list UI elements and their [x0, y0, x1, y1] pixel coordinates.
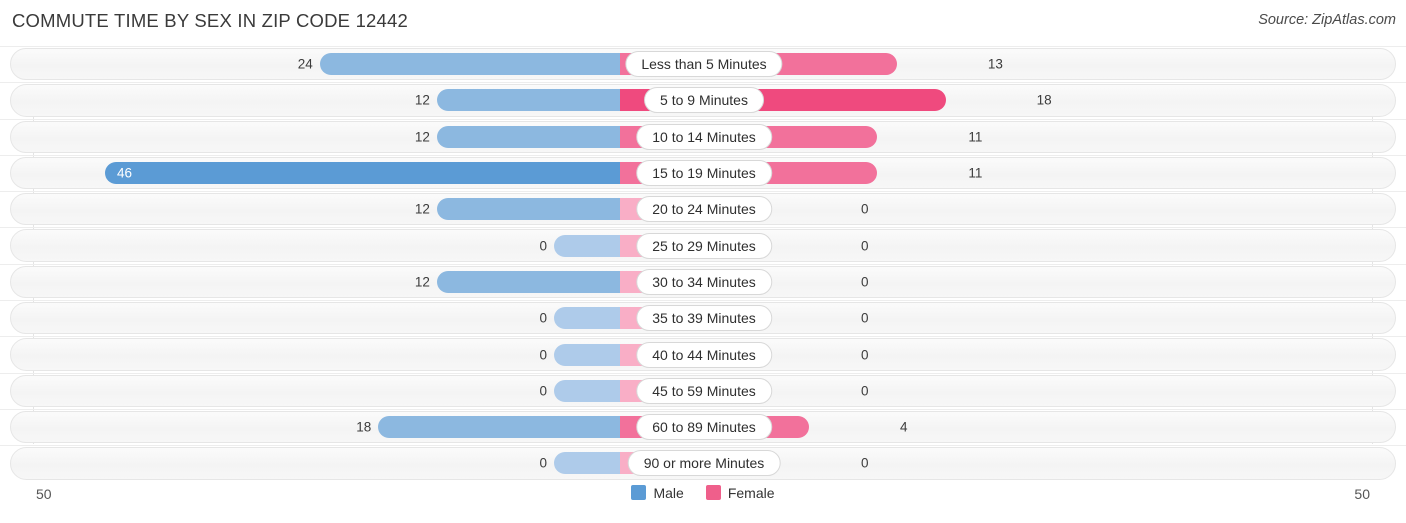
row-separator: [0, 336, 1406, 338]
chart-header: COMMUTE TIME BY SEX IN ZIP CODE 12442 So…: [0, 0, 1406, 46]
row-separator: [0, 82, 1406, 84]
category-label: 5 to 9 Minutes: [644, 87, 764, 114]
bar-value-male: 24: [297, 56, 313, 72]
category-label: 30 to 34 Minutes: [636, 268, 772, 295]
bar-value-male: 0: [539, 346, 547, 362]
bar-value-male: 12: [414, 92, 430, 108]
bar-value-male: 12: [414, 128, 430, 144]
legend-swatch-icon: [705, 485, 721, 501]
table-row: 0 0 90 or more Minutes: [0, 445, 1406, 481]
bar-value-female: 0: [861, 383, 869, 399]
legend-item[interactable]: Female: [705, 484, 775, 501]
bar-value-male: 18: [356, 419, 372, 435]
legend-label: Male: [653, 484, 684, 501]
bar-value-male: 0: [539, 310, 547, 326]
row-separator: [0, 46, 1406, 47]
bar-value-male: 0: [539, 237, 547, 253]
category-label: 25 to 29 Minutes: [636, 232, 772, 259]
row-separator: [0, 227, 1406, 229]
legend-item[interactable]: Male: [631, 484, 684, 501]
table-row: 12 11 10 to 14 Minutes: [0, 118, 1406, 155]
category-label: 15 to 19 Minutes: [636, 160, 772, 187]
bar-male[interactable]: [105, 162, 704, 185]
chart-footer: 50 50 Male Female: [0, 482, 1406, 516]
row-separator: [0, 300, 1406, 302]
table-row: 24 13 Less than 5 Minutes: [0, 46, 1406, 82]
table-row: 0 0 45 to 59 Minutes: [0, 372, 1406, 409]
bar-value-female: 0: [861, 201, 869, 217]
chart-plot-area: 24 13 Less than 5 Minutes 12 18 5 to 9 Minute…: [0, 46, 1406, 482]
row-separator: [0, 154, 1406, 156]
category-label: 60 to 89 Minutes: [636, 414, 772, 441]
legend-swatch-icon: [631, 485, 647, 501]
bar-value-female: 13: [987, 56, 1003, 72]
bar-value-female: 4: [900, 419, 908, 435]
table-row: 0 0 25 to 29 Minutes: [0, 227, 1406, 263]
row-separator: [0, 263, 1406, 265]
page-title: COMMUTE TIME BY SEX IN ZIP CODE 12442: [12, 10, 409, 31]
table-row: 12 0 30 to 34 Minutes: [0, 263, 1406, 300]
category-label: 45 to 59 Minutes: [636, 377, 772, 404]
category-label: 35 to 39 Minutes: [636, 305, 772, 332]
bar-value-female: 0: [861, 346, 869, 362]
table-row: 0 0 35 to 39 Minutes: [0, 300, 1406, 336]
row-separator: [0, 445, 1406, 447]
bar-value-male: 12: [414, 201, 430, 217]
source-attribution: Source: ZipAtlas.com: [1258, 12, 1396, 28]
table-row: 12 18 5 to 9 Minutes: [0, 82, 1406, 118]
category-label: Less than 5 Minutes: [625, 51, 783, 78]
table-row: 0 0 40 to 44 Minutes: [0, 336, 1406, 372]
legend-label: Female: [727, 484, 775, 501]
row-separator: [0, 191, 1406, 193]
category-label: 20 to 24 Minutes: [636, 196, 772, 223]
bar-value-female: 18: [1036, 92, 1052, 108]
bar-value-female: 0: [861, 455, 869, 471]
chart-legend: Male Female: [0, 485, 1406, 501]
category-label: 10 to 14 Minutes: [636, 123, 772, 150]
bar-value-male: 0: [539, 383, 547, 399]
category-label: 40 to 44 Minutes: [636, 341, 772, 368]
row-separator: [0, 118, 1406, 120]
bar-value-female: 0: [861, 237, 869, 253]
bar-value-male: 12: [414, 274, 430, 290]
bar-value-male: 0: [539, 455, 547, 471]
bar-value-female: 11: [968, 128, 983, 144]
category-label: 90 or more Minutes: [627, 450, 781, 477]
bar-value-female: 0: [861, 310, 869, 326]
row-separator: [0, 408, 1406, 410]
bar-value-female: 0: [861, 274, 869, 290]
table-row: 46 11 15 to 19 Minutes: [0, 154, 1406, 191]
table-row: 12 0 20 to 24 Minutes: [0, 191, 1406, 227]
table-row: 18 4 60 to 89 Minutes: [0, 408, 1406, 445]
bar-value-male: 46: [117, 165, 133, 181]
row-separator: [0, 372, 1406, 374]
bar-value-female: 11: [968, 165, 983, 181]
